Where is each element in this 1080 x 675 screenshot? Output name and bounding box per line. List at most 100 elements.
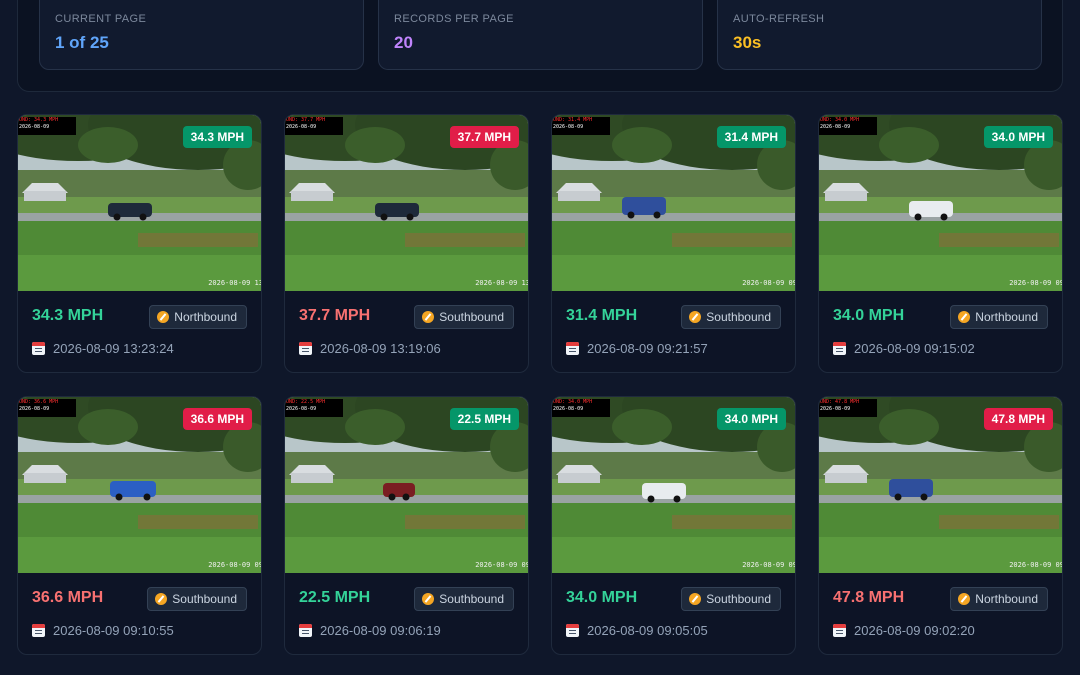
record-card[interactable]: UND: 31.4 MPH 2026-08-09 2026-08-09 09 31.4…: [551, 114, 796, 373]
datetime-text: 2026-08-09 09:15:02: [854, 341, 975, 356]
stat-value: 1 of 25: [55, 33, 109, 52]
camera-timestamp-overlay: 2026-08-09 09: [742, 561, 796, 569]
calendar-icon: [32, 342, 45, 355]
camera-snapshot[interactable]: UND: 34.0 MPH 2026-08-09 2026-08-09 09 34.0…: [819, 115, 1063, 291]
record-card[interactable]: UND: 47.8 MPH 2026-08-09 2026-08-09 09 47.8…: [818, 396, 1063, 655]
record-card[interactable]: UND: 22.5 MPH 2026-08-09 2026-08-09 09 22.5…: [284, 396, 529, 655]
record-datetime: 2026-08-09 09:02:20: [833, 623, 975, 638]
speed-badge: 47.8 MPH: [983, 408, 1053, 430]
record-datetime: 2026-08-09 09:05:05: [566, 623, 708, 638]
compass-icon: [689, 593, 702, 605]
camera-snapshot[interactable]: UND: 36.6 MPH 2026-08-09 2026-08-09 09 36.6…: [18, 397, 262, 573]
direction-chip: Southbound: [414, 587, 514, 611]
direction-chip: Southbound: [147, 587, 247, 611]
stat-value: 30s: [733, 33, 762, 52]
compass-icon: [422, 311, 435, 323]
speed-value: 34.0 MPH: [833, 307, 905, 324]
calendar-icon: [32, 624, 45, 637]
direction-label: Northbound: [975, 310, 1038, 324]
direction-label: Southbound: [172, 592, 237, 606]
stat-card-records-per-page: RECORDS PER PAGE 20: [378, 0, 703, 70]
stat-card-current-page: CURRENT PAGE 1 of 25: [39, 0, 364, 70]
datetime-text: 2026-08-09 13:23:24: [53, 341, 174, 356]
record-datetime: 2026-08-09 09:21:57: [566, 341, 708, 356]
record-datetime: 2026-08-09 13:23:24: [32, 341, 174, 356]
camera-timestamp-overlay: 2026-08-09 09: [1009, 279, 1063, 287]
speed-value: 22.5 MPH: [299, 589, 371, 606]
camera-osd-text: UND: 31.4 MPH 2026-08-09: [552, 117, 610, 135]
record-datetime: 2026-08-09 13:19:06: [299, 341, 441, 356]
compass-icon: [958, 593, 971, 605]
camera-timestamp-overlay: 2026-08-09 13: [208, 279, 262, 287]
camera-snapshot[interactable]: UND: 47.8 MPH 2026-08-09 2026-08-09 09 47.8…: [819, 397, 1062, 573]
compass-icon: [958, 311, 971, 323]
camera-timestamp-overlay: 2026-08-09 13: [475, 279, 529, 287]
camera-osd-text: UND: 34.0 MPH 2026-08-09: [819, 117, 877, 135]
direction-label: Southbound: [706, 592, 771, 606]
camera-osd-text: UND: 37.7 MPH 2026-08-09: [285, 117, 343, 135]
direction-chip: Northbound: [149, 305, 247, 329]
camera-osd-text: UND: 34.3 MPH 2026-08-09: [18, 117, 76, 135]
record-datetime: 2026-08-09 09:15:02: [833, 341, 975, 356]
camera-timestamp-overlay: 2026-08-09 09: [742, 279, 796, 287]
camera-timestamp-overlay: 2026-08-09 09: [208, 561, 262, 569]
datetime-text: 2026-08-09 09:06:19: [320, 623, 441, 638]
records-page: CURRENT PAGE 1 of 25 RECORDS PER PAGE 20…: [0, 0, 1080, 675]
datetime-text: 2026-08-09 09:21:57: [587, 341, 708, 356]
camera-snapshot[interactable]: UND: 31.4 MPH 2026-08-09 2026-08-09 09 31.4…: [552, 115, 796, 291]
camera-snapshot[interactable]: UND: 22.5 MPH 2026-08-09 2026-08-09 09 22.5…: [285, 397, 529, 573]
calendar-icon: [566, 624, 579, 637]
direction-label: Northbound: [174, 310, 237, 324]
speed-value: 47.8 MPH: [833, 589, 905, 606]
speed-badge: 34.3 MPH: [182, 126, 252, 148]
camera-snapshot[interactable]: UND: 34.0 MPH 2026-08-09 2026-08-09 09 34.0…: [552, 397, 796, 573]
speed-badge: 22.5 MPH: [449, 408, 519, 430]
direction-label: Northbound: [975, 592, 1038, 606]
direction-label: Southbound: [439, 310, 504, 324]
direction-chip: Southbound: [414, 305, 514, 329]
datetime-text: 2026-08-09 13:19:06: [320, 341, 441, 356]
record-datetime: 2026-08-09 09:10:55: [32, 623, 174, 638]
datetime-text: 2026-08-09 09:02:20: [854, 623, 975, 638]
camera-osd-text: UND: 36.6 MPH 2026-08-09: [18, 399, 76, 417]
speed-badge: 34.0 MPH: [983, 126, 1053, 148]
stat-label: CURRENT PAGE: [55, 13, 147, 25]
direction-chip: Southbound: [681, 305, 781, 329]
record-card[interactable]: UND: 36.6 MPH 2026-08-09 2026-08-09 09 36.6…: [17, 396, 262, 655]
camera-osd-text: UND: 34.0 MPH 2026-08-09: [552, 399, 610, 417]
speed-badge: 37.7 MPH: [449, 126, 519, 148]
datetime-text: 2026-08-09 09:10:55: [53, 623, 174, 638]
camera-timestamp-overlay: 2026-08-09 09: [475, 561, 529, 569]
direction-label: Southbound: [439, 592, 504, 606]
stat-value: 20: [394, 33, 413, 52]
speed-value: 34.3 MPH: [32, 307, 104, 324]
stats-panel: CURRENT PAGE 1 of 25 RECORDS PER PAGE 20…: [17, 0, 1063, 92]
record-card[interactable]: UND: 34.3 MPH 2026-08-09 2026-08-09 13 34.3…: [17, 114, 262, 373]
speed-badge: 34.0 MPH: [716, 408, 786, 430]
speed-badge: 36.6 MPH: [182, 408, 252, 430]
compass-icon: [157, 311, 170, 323]
camera-snapshot[interactable]: UND: 37.7 MPH 2026-08-09 2026-08-09 13 37.7…: [285, 115, 529, 291]
record-card[interactable]: UND: 34.0 MPH 2026-08-09 2026-08-09 09 34.0…: [551, 396, 796, 655]
record-card[interactable]: UND: 34.0 MPH 2026-08-09 2026-08-09 09 34.0…: [818, 114, 1063, 373]
speed-value: 37.7 MPH: [299, 307, 371, 324]
direction-chip: Southbound: [681, 587, 781, 611]
calendar-icon: [833, 624, 846, 637]
compass-icon: [689, 311, 702, 323]
speed-value: 34.0 MPH: [566, 589, 638, 606]
calendar-icon: [566, 342, 579, 355]
compass-icon: [422, 593, 435, 605]
record-datetime: 2026-08-09 09:06:19: [299, 623, 441, 638]
speed-value: 36.6 MPH: [32, 589, 104, 606]
camera-osd-text: UND: 22.5 MPH 2026-08-09: [285, 399, 343, 417]
stat-label: RECORDS PER PAGE: [394, 13, 514, 25]
camera-snapshot[interactable]: UND: 34.3 MPH 2026-08-09 2026-08-09 13 34.3…: [18, 115, 262, 291]
calendar-icon: [833, 342, 846, 355]
stat-label: AUTO-REFRESH: [733, 13, 825, 25]
compass-icon: [155, 593, 168, 605]
direction-chip: Northbound: [950, 587, 1048, 611]
direction-chip: Northbound: [950, 305, 1048, 329]
camera-osd-text: UND: 47.8 MPH 2026-08-09: [819, 399, 877, 417]
direction-label: Southbound: [706, 310, 771, 324]
record-card[interactable]: UND: 37.7 MPH 2026-08-09 2026-08-09 13 37.7…: [284, 114, 529, 373]
